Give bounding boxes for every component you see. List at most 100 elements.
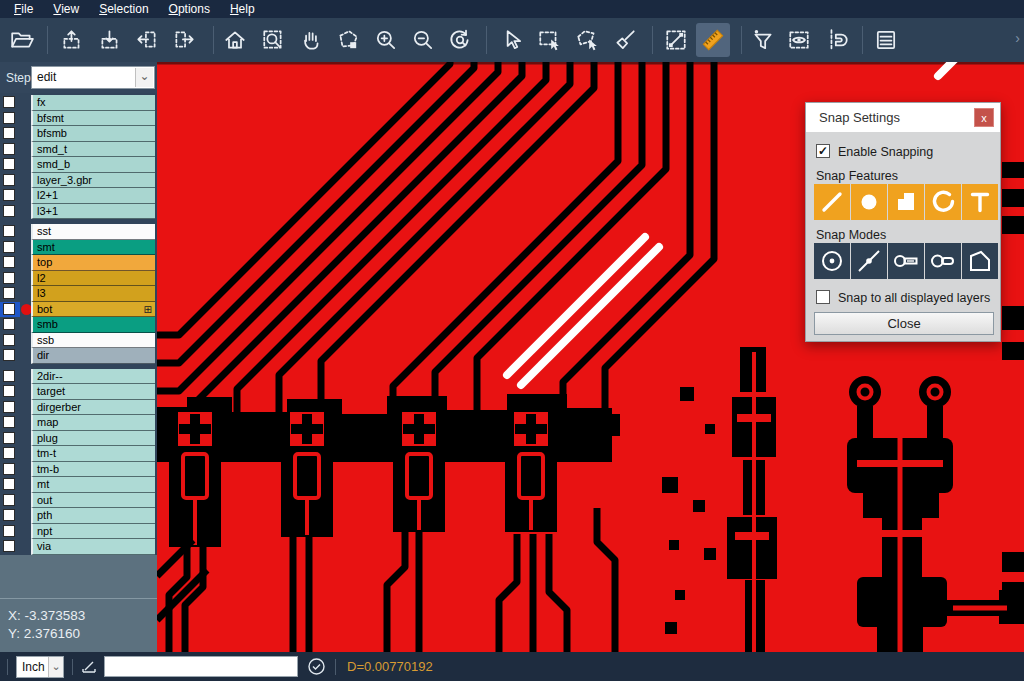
layer-visibility-checkbox[interactable] bbox=[3, 540, 15, 552]
filter-icon[interactable] bbox=[746, 23, 780, 57]
layer-row-out[interactable]: out bbox=[0, 493, 157, 509]
close-button[interactable]: Close bbox=[814, 312, 994, 335]
layer-name[interactable]: pth bbox=[31, 508, 155, 524]
import-left-icon[interactable] bbox=[130, 23, 164, 57]
layer-name[interactable]: bfsmt bbox=[31, 111, 155, 127]
layer-visibility-checkbox[interactable] bbox=[3, 509, 15, 521]
layer-name[interactable]: mt bbox=[31, 477, 155, 493]
zoom-in-icon[interactable] bbox=[369, 23, 403, 57]
layer-name[interactable]: l3+1 bbox=[31, 204, 155, 220]
layer-name[interactable]: map bbox=[31, 415, 155, 431]
select-rectangle-icon[interactable] bbox=[532, 23, 566, 57]
layer-name[interactable]: smt bbox=[31, 240, 155, 256]
layer-name[interactable]: l2+1 bbox=[31, 188, 155, 204]
snap-text-icon[interactable] bbox=[962, 184, 998, 220]
layer-row-plug[interactable]: plug bbox=[0, 431, 157, 447]
layer-visibility-checkbox[interactable] bbox=[3, 447, 15, 459]
unit-dropdown[interactable]: Inch ⌄ bbox=[16, 656, 64, 678]
layer-visibility-checkbox[interactable] bbox=[3, 416, 15, 428]
layers-panel-icon[interactable] bbox=[869, 23, 903, 57]
layer-name[interactable]: tm-b bbox=[31, 462, 155, 478]
layer-visibility-checkbox[interactable] bbox=[3, 287, 15, 299]
layer-row-sst[interactable]: sst bbox=[0, 224, 157, 240]
layer-row-2dir--[interactable]: 2dir-- bbox=[0, 369, 157, 385]
layer-visibility-checkbox[interactable] bbox=[3, 256, 15, 268]
enable-snapping-checkbox[interactable]: ✓ bbox=[816, 144, 830, 158]
layer-visibility-checkbox[interactable] bbox=[3, 525, 15, 537]
home-icon[interactable] bbox=[218, 23, 252, 57]
layer-name[interactable]: plug bbox=[31, 431, 155, 447]
snap-line-icon[interactable] bbox=[814, 184, 850, 220]
measure-ruler-icon[interactable] bbox=[696, 23, 730, 57]
snap-all-layers-checkbox[interactable] bbox=[816, 290, 830, 304]
measure-line-icon[interactable] bbox=[659, 23, 693, 57]
snap-pad-icon[interactable] bbox=[851, 184, 887, 220]
layer-name[interactable]: l2 bbox=[31, 271, 155, 287]
layer-name[interactable]: bfsmb bbox=[31, 126, 155, 142]
snap-surface-icon[interactable] bbox=[888, 184, 924, 220]
menu-selection[interactable]: Selection bbox=[89, 0, 158, 18]
dialog-title-bar[interactable]: Snap Settings x bbox=[806, 103, 1000, 132]
mode-pad-entry-icon[interactable] bbox=[888, 243, 924, 279]
pan-hand-icon[interactable] bbox=[294, 23, 328, 57]
menu-help[interactable]: Help bbox=[220, 0, 265, 18]
layer-row-layer_3.gbr[interactable]: layer_3.gbr bbox=[0, 173, 157, 189]
toolbar-overflow-chevron[interactable]: › bbox=[1015, 30, 1020, 46]
layer-visibility-checkbox[interactable] bbox=[3, 241, 15, 253]
layer-row-bfsmt[interactable]: bfsmt bbox=[0, 111, 157, 127]
mode-pad-exit-icon[interactable] bbox=[925, 243, 961, 279]
snap-arc-icon[interactable] bbox=[925, 184, 961, 220]
layer-row-smt[interactable]: smt bbox=[0, 240, 157, 256]
layer-name[interactable]: npt bbox=[31, 524, 155, 540]
close-icon[interactable]: x bbox=[974, 108, 994, 127]
layer-visibility-checkbox[interactable] bbox=[3, 127, 15, 139]
layer-name[interactable]: out bbox=[31, 493, 155, 509]
layer-row-target[interactable]: target bbox=[0, 384, 157, 400]
import-right-icon[interactable] bbox=[167, 23, 201, 57]
command-input[interactable] bbox=[104, 656, 298, 677]
layer-row-map[interactable]: map bbox=[0, 415, 157, 431]
step-dropdown[interactable]: edit ⌄ bbox=[31, 66, 155, 89]
layer-visibility-checkbox[interactable] bbox=[3, 385, 15, 397]
mode-profile-icon[interactable] bbox=[962, 243, 998, 279]
layer-visibility-checkbox[interactable] bbox=[3, 494, 15, 506]
layer-name[interactable]: dirgerber bbox=[31, 400, 155, 416]
layer-row-top[interactable]: top bbox=[0, 255, 157, 271]
layer-row-ssb[interactable]: ssb bbox=[0, 333, 157, 349]
layer-visibility-checkbox[interactable] bbox=[3, 143, 15, 155]
layer-name[interactable]: tm-t bbox=[31, 446, 155, 462]
layer-row-bfsmb[interactable]: bfsmb bbox=[0, 126, 157, 142]
layer-name[interactable]: dir bbox=[31, 348, 155, 364]
layer-visibility-checkbox[interactable] bbox=[3, 174, 15, 186]
layer-row-via[interactable]: via bbox=[0, 539, 157, 555]
layer-name[interactable]: ssb bbox=[31, 333, 155, 349]
layer-name[interactable]: smb bbox=[31, 317, 155, 333]
mode-entity-icon[interactable] bbox=[851, 243, 887, 279]
layer-visibility-checkbox[interactable] bbox=[3, 303, 15, 315]
layer-name[interactable]: via bbox=[31, 539, 155, 555]
layer-row-tm-b[interactable]: tm-b bbox=[0, 462, 157, 478]
layer-visibility-checkbox[interactable] bbox=[3, 463, 15, 475]
layer-row-l2[interactable]: l2 bbox=[0, 271, 157, 287]
layer-row-l3[interactable]: l3 bbox=[0, 286, 157, 302]
layer-name[interactable]: top bbox=[31, 255, 155, 271]
layer-visibility-checkbox[interactable] bbox=[3, 158, 15, 170]
zoom-polygon-icon[interactable] bbox=[331, 23, 365, 57]
import-down-icon[interactable] bbox=[93, 23, 127, 57]
layer-visibility-checkbox[interactable] bbox=[3, 272, 15, 284]
layer-visibility-checkbox[interactable] bbox=[3, 96, 15, 108]
layer-name[interactable]: smd_b bbox=[31, 157, 155, 173]
menu-options[interactable]: Options bbox=[159, 0, 220, 18]
layer-visibility-checkbox[interactable] bbox=[3, 318, 15, 330]
layer-row-pth[interactable]: pth bbox=[0, 508, 157, 524]
open-folder-icon[interactable] bbox=[5, 23, 39, 57]
layer-visibility-checkbox[interactable] bbox=[3, 478, 15, 490]
angle-measure-icon[interactable] bbox=[80, 658, 98, 680]
layer-row-smb[interactable]: smb bbox=[0, 317, 157, 333]
layer-visibility-checkbox[interactable] bbox=[3, 112, 15, 124]
layer-name[interactable]: layer_3.gbr bbox=[31, 173, 155, 189]
layer-row-l2+1[interactable]: l2+1 bbox=[0, 188, 157, 204]
layer-name[interactable]: smd_t bbox=[31, 142, 155, 158]
layer-visibility-checkbox[interactable] bbox=[3, 225, 15, 237]
layer-name[interactable]: fx bbox=[31, 95, 155, 111]
